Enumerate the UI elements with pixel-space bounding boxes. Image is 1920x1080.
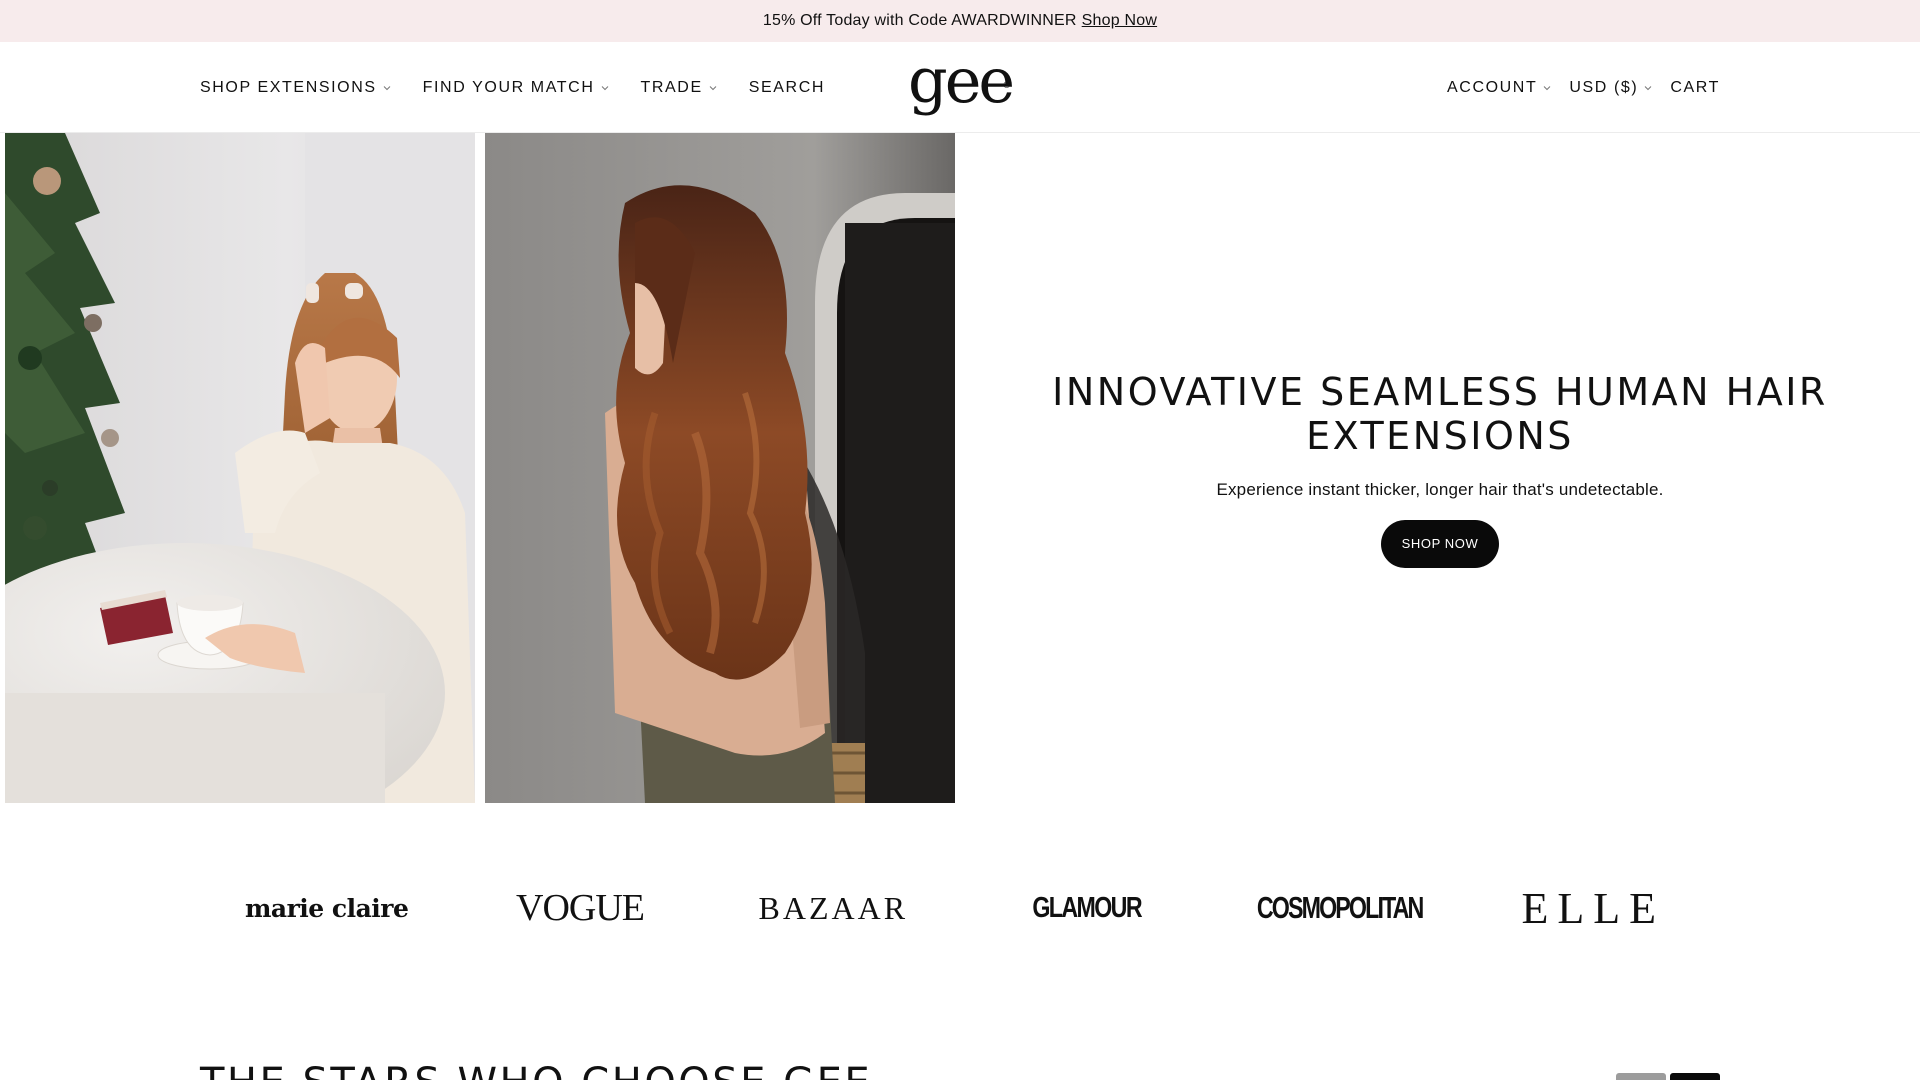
nav-find-your-match-label: FIND YOUR MATCH [422,78,595,96]
utility-nav: ACCOUNT USD ($) CART [1447,42,1720,133]
chevron-down-icon [1644,84,1652,92]
nav-search-label: SEARCH [748,78,826,96]
hero-image-woman-long-hair [485,133,955,803]
press-logos: marie claire VOGUE BAZAAR GLAMOUR COSMOP… [200,878,1720,938]
carousel-next-button[interactable] [1670,1073,1720,1080]
announcement-bar: 15% Off Today with Code AWARDWINNER Shop… [0,0,1920,42]
nav-shop-extensions-label: SHOP EXTENSIONS [200,78,377,96]
hero-content: INNOVATIVE SEAMLESS HUMAN HAIR EXTENSION… [1040,370,1840,568]
stars-section-heading: THE STARS WHO CHOOSE GEE [200,1060,872,1080]
nav-shop-extensions[interactable]: SHOP EXTENSIONS [200,79,391,97]
press-logo-cosmopolitan: COSMOPOLITAN [1257,890,1425,925]
press-logo-glamour: GLAMOUR [1032,891,1142,924]
nav-trade-label: TRADE [640,78,703,96]
press-logo-bazaar: BAZAAR [758,889,909,926]
chevron-down-icon [709,84,717,92]
primary-nav: SHOP EXTENSIONS FIND YOUR MATCH TRADE SE… [200,42,825,133]
hero-image-woman-table [5,133,475,803]
press-logo-elle: ELLE [1521,883,1666,933]
nav-search[interactable]: SEARCH [749,79,825,97]
nav-account-label: ACCOUNT [1447,78,1538,96]
logo-registered-mark: ® [1003,80,1010,90]
announcement-text: 15% Off Today with Code AWARDWINNER [762,12,1077,29]
site-header: SHOP EXTENSIONS FIND YOUR MATCH TRADE SE… [0,42,1920,133]
nav-currency[interactable]: USD ($) [1569,79,1652,97]
announcement-shop-now-link[interactable]: Shop Now [1082,12,1157,30]
shop-now-button[interactable]: SHOP NOW [1380,520,1500,568]
press-logo-marie-claire: marie claire [244,893,409,923]
hero-title: INNOVATIVE SEAMLESS HUMAN HAIR EXTENSION… [1052,370,1828,458]
chevron-down-icon [601,84,609,92]
carousel-prev-button[interactable] [1616,1073,1666,1080]
nav-account[interactable]: ACCOUNT [1447,79,1551,97]
chevron-down-icon [1543,84,1551,92]
nav-trade[interactable]: TRADE [641,79,717,97]
nav-find-your-match[interactable]: FIND YOUR MATCH [423,79,609,97]
nav-cart-label: CART [1670,78,1720,96]
hero-subtitle: Experience instant thicker, longer hair … [1216,480,1664,499]
nav-cart[interactable]: CART [1670,79,1720,97]
logo-wordmark: gee [908,44,1015,117]
nav-currency-label: USD ($) [1569,78,1639,96]
press-logo-vogue: VOGUE [516,887,645,929]
site-logo[interactable]: gee ® [908,50,1015,122]
chevron-down-icon [383,84,391,92]
